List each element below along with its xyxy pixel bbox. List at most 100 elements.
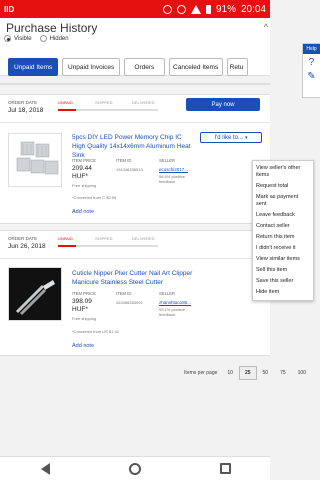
item-title-link[interactable]: 5pcs DIY LED Power Memory Chip IC High Q…: [72, 133, 192, 160]
step-delivered: DELIVERED: [132, 100, 155, 105]
item-title-link[interactable]: Cuticle Nipper Plier Cutter Nail Art Cli…: [72, 269, 212, 287]
tab-unpaid-items[interactable]: Unpaid Items: [8, 58, 59, 76]
seller-feedback: 99.1% positive feedback: [159, 307, 186, 317]
id-like-to-button[interactable]: I'd like to... ▾: [200, 132, 262, 143]
conversion-note: *Converted from C $0.99: [72, 195, 117, 200]
menu-item-sell-item[interactable]: Sell this item: [253, 265, 313, 276]
seller-link[interactable]: zhanshtao186...: [159, 300, 191, 305]
order-card: ORDER DATE Jul 18, 2018 UNPAID SHIPPED D…: [0, 94, 270, 224]
step-unpaid: UNPAID: [58, 100, 73, 105]
menu-item-mark-payment-sent[interactable]: Mark as payment sent: [253, 192, 313, 210]
home-icon[interactable]: [128, 462, 142, 476]
system-nav-bar: [0, 456, 270, 480]
progress-line: [58, 109, 76, 111]
divider: [0, 83, 270, 85]
chevron-down-icon: ▾: [244, 134, 248, 141]
do-not-disturb-icon: [176, 4, 186, 14]
pay-now-button[interactable]: Pay now: [186, 98, 260, 111]
visible-radio[interactable]: Visible: [4, 35, 32, 42]
item-price: 398.09: [72, 298, 92, 305]
step-delivered: DELIVERED: [132, 236, 155, 241]
menu-item-not-received[interactable]: I didn't receive it: [253, 243, 313, 254]
hidden-label: Hidden: [49, 35, 69, 42]
battery-icon: [205, 4, 211, 14]
hidden-radio[interactable]: Hidden: [39, 35, 69, 42]
status-bar: IID 91% 20:04: [0, 0, 270, 18]
seller-label: SELLER: [159, 158, 176, 163]
progress-steps: UNPAID SHIPPED DELIVERED: [58, 236, 158, 250]
page-size-option[interactable]: 75: [274, 366, 292, 380]
page-title: Purchase History: [6, 21, 98, 35]
item-price-label: ITEM PRICE: [72, 158, 96, 163]
item-id: 263386283092: [116, 300, 143, 305]
item-thumbnail[interactable]: [8, 267, 62, 321]
help-button[interactable]: Help: [302, 44, 320, 54]
progress-line: [58, 245, 76, 247]
battery-percent: 91%: [215, 3, 236, 15]
item-currency: HUF*: [72, 306, 88, 313]
question-icon[interactable]: ?: [309, 57, 315, 68]
tab-returns[interactable]: Retu: [226, 58, 248, 76]
edit-icon[interactable]: ✎: [307, 71, 315, 82]
radio-selected-icon: [4, 35, 11, 42]
recent-apps-icon[interactable]: [218, 462, 232, 476]
clock: 20:04: [240, 3, 266, 15]
shipping-info: Free shipping: [72, 316, 97, 321]
actions-menu: View seller's other items Request total …: [252, 160, 314, 301]
scroll-up-icon[interactable]: ^: [264, 22, 268, 32]
step-shipped: SHIPPED: [95, 100, 113, 105]
carrier-label: IID: [4, 4, 15, 14]
side-tools: Help ? ✎: [302, 43, 320, 98]
item-id: 191346338513: [116, 167, 143, 172]
id-like-to-label: I'd like to...: [214, 134, 243, 141]
menu-item-return-item[interactable]: Return this item: [253, 232, 313, 243]
seller-feedback: 98.5% positive feedback: [159, 174, 186, 184]
menu-item-save-seller[interactable]: Save this seller: [253, 276, 313, 287]
progress-steps: UNPAID SHIPPED DELIVERED: [58, 100, 158, 114]
order-card: ORDER DATE Jun 26, 2018 UNPAID SHIPPED D…: [0, 230, 270, 356]
item-currency: HUF*: [72, 173, 88, 180]
page-size-option[interactable]: 50: [257, 366, 275, 380]
tab-canceled-items[interactable]: Canceled Items: [168, 58, 223, 76]
order-date: Jul 18, 2018: [8, 107, 44, 114]
items-per-page: Items per page 10 25 50 75 100: [184, 366, 312, 380]
progress-line: [76, 109, 158, 111]
conversion-note: *Converted from US $1.42: [72, 329, 119, 334]
item-id-label: ITEM ID: [116, 291, 132, 296]
add-note-link[interactable]: Add note: [72, 209, 94, 215]
item-price-label: ITEM PRICE: [72, 291, 96, 296]
page-size-option-selected[interactable]: 25: [238, 366, 257, 380]
order-header: ORDER DATE Jul 18, 2018 UNPAID SHIPPED D…: [0, 95, 270, 123]
progress-line: [76, 245, 158, 247]
menu-item-contact-seller[interactable]: Contact seller: [253, 221, 313, 232]
item-id-label: ITEM ID: [116, 158, 132, 163]
order-date: Jun 26, 2018: [8, 243, 46, 250]
seller-label: SELLER: [159, 291, 176, 296]
seller-link[interactable]: ecoschi2017...: [159, 167, 188, 172]
tab-unpaid-invoices[interactable]: Unpaid Invoices: [62, 58, 121, 76]
menu-item-hide-item[interactable]: Hide item: [253, 287, 313, 298]
step-shipped: SHIPPED: [95, 236, 113, 241]
add-note-link[interactable]: Add note: [72, 343, 94, 349]
item-thumbnail[interactable]: [8, 133, 62, 187]
menu-item-view-similar[interactable]: View similar items: [253, 254, 313, 265]
item-price: 209.44: [72, 165, 92, 172]
step-unpaid: UNPAID: [58, 236, 73, 241]
visible-label: Visible: [14, 35, 32, 42]
menu-item-leave-feedback[interactable]: Leave feedback: [253, 210, 313, 221]
order-date-label: ORDER DATE: [8, 100, 38, 105]
page-size-option[interactable]: 100: [292, 366, 312, 380]
page-size-option[interactable]: 10: [221, 366, 239, 380]
menu-item-request-total[interactable]: Request total: [253, 181, 313, 192]
tab-orders[interactable]: Orders: [124, 58, 165, 76]
menu-item-view-sellers-items[interactable]: View seller's other items: [253, 163, 313, 181]
tabs: Unpaid Items Unpaid Invoices Orders Canc…: [8, 58, 248, 80]
items-per-page-label: Items per page: [184, 370, 218, 376]
order-date-label: ORDER DATE: [8, 236, 38, 241]
signal-icon: [190, 4, 201, 14]
radio-unselected-icon: [39, 35, 47, 42]
back-icon[interactable]: [38, 462, 52, 476]
alarm-icon: [162, 4, 172, 14]
visibility-filter: Visible Hidden: [4, 35, 69, 42]
shipping-info: Free shipping: [72, 183, 97, 188]
